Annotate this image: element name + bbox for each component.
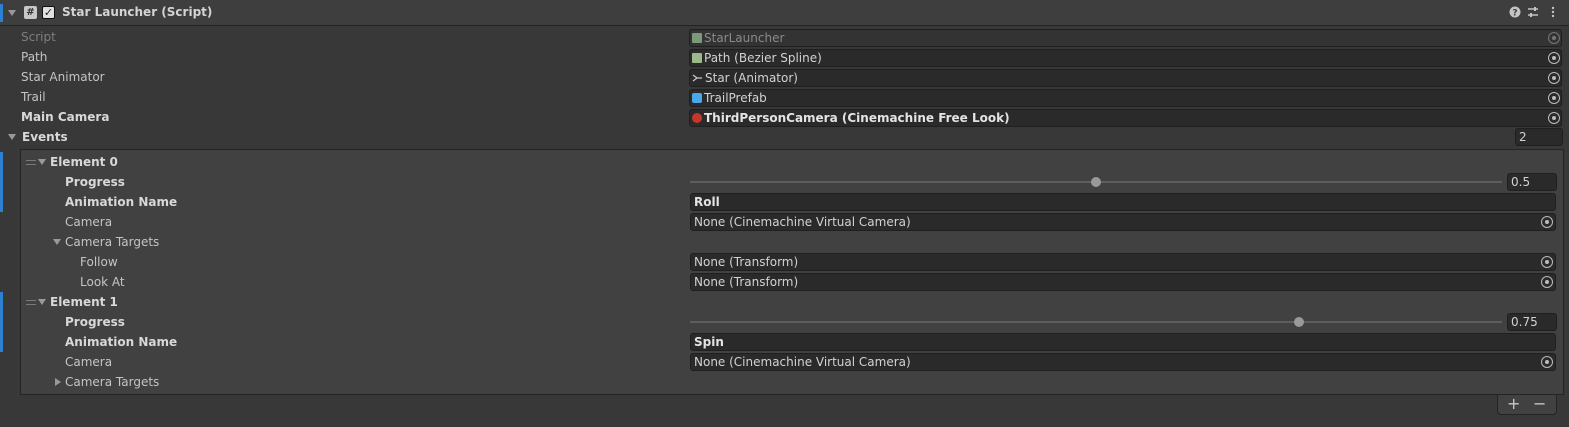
element-foldout-icon[interactable] — [38, 299, 46, 305]
events-size-field[interactable]: 2 — [1515, 128, 1563, 146]
prefab-icon — [692, 93, 702, 103]
modified-marker — [0, 152, 3, 172]
path-field[interactable]: Path (Bezier Spline) — [689, 49, 1562, 67]
script-icon: # — [24, 6, 37, 19]
element-foldout-icon[interactable] — [38, 159, 46, 165]
object-picker-icon[interactable] — [1548, 72, 1560, 84]
script-label: Script — [21, 30, 56, 44]
foldout-arrow-icon[interactable] — [8, 10, 16, 16]
preset-icon[interactable] — [1526, 6, 1539, 19]
camera-label: Camera — [65, 355, 113, 369]
camera-label: Camera — [65, 215, 113, 229]
star-animator-field[interactable]: Star (Animator) — [689, 69, 1562, 87]
script-value: StarLauncher — [704, 31, 785, 45]
progress-slider-thumb[interactable] — [1091, 177, 1101, 187]
object-picker-icon[interactable] — [1541, 216, 1553, 228]
animation-name-input[interactable]: Roll — [690, 193, 1556, 211]
look-at-field[interactable]: None (Transform) — [690, 273, 1556, 291]
modified-marker — [0, 292, 3, 312]
modified-marker — [0, 312, 3, 332]
remove-element-button[interactable]: − — [1533, 395, 1546, 413]
trail-field[interactable]: TrailPrefab — [689, 89, 1562, 107]
events-label: Events — [22, 130, 68, 144]
progress-field[interactable]: 0.75 — [1507, 313, 1557, 331]
animation-name-label: Animation Name — [65, 195, 178, 209]
star-animator-label: Star Animator — [21, 70, 105, 84]
progress-label: Progress — [65, 175, 125, 189]
camera-targets-foldout-icon[interactable] — [55, 378, 61, 386]
script-asset-icon — [692, 33, 702, 43]
drag-handle-icon[interactable] — [26, 160, 36, 165]
more-icon[interactable] — [1546, 6, 1559, 19]
camera-targets-foldout-icon[interactable] — [53, 239, 61, 245]
trail-label: Trail — [21, 90, 46, 104]
drag-handle-icon[interactable] — [26, 300, 36, 305]
follow-field[interactable]: None (Transform) — [690, 253, 1556, 271]
svg-text:?: ? — [1512, 9, 1517, 19]
animator-icon — [692, 71, 703, 82]
element-1-label[interactable]: Element 1 — [50, 292, 118, 312]
look-at-label: Look At — [80, 275, 125, 289]
progress-slider-thumb[interactable] — [1294, 317, 1304, 327]
path-value: Path (Bezier Spline) — [704, 51, 822, 65]
list-footer: + − — [1497, 395, 1557, 415]
add-element-button[interactable]: + — [1507, 395, 1520, 413]
camera-targets-label[interactable]: Camera Targets — [65, 232, 159, 252]
events-foldout-icon[interactable] — [8, 134, 16, 140]
component-header[interactable]: # ✓ Star Launcher (Script) ? — [0, 0, 1569, 26]
modified-marker — [0, 172, 3, 192]
script-asset-icon — [692, 53, 702, 63]
progress-slider-track[interactable] — [690, 321, 1502, 323]
path-label: Path — [21, 50, 48, 64]
script-field: StarLauncher — [689, 29, 1562, 47]
follow-label: Follow — [80, 255, 118, 269]
object-picker-icon[interactable] — [1548, 112, 1560, 124]
main-camera-value: ThirdPersonCamera (Cinemachine Free Look… — [704, 111, 1010, 125]
component-title: Star Launcher (Script) — [62, 5, 213, 19]
trail-value: TrailPrefab — [704, 91, 767, 105]
camera-field[interactable]: None (Cinemachine Virtual Camera) — [690, 213, 1556, 231]
object-picker-icon[interactable] — [1548, 52, 1560, 64]
star-animator-value: Star (Animator) — [705, 71, 798, 85]
modified-marker — [0, 192, 3, 212]
main-camera-field[interactable]: ThirdPersonCamera (Cinemachine Free Look… — [689, 109, 1562, 127]
element-0-label[interactable]: Element 0 — [50, 152, 118, 172]
object-picker-icon[interactable] — [1541, 256, 1553, 268]
object-picker-icon — [1548, 32, 1560, 44]
animation-name-input[interactable]: Spin — [690, 333, 1556, 351]
object-picker-icon[interactable] — [1541, 356, 1553, 368]
object-picker-icon[interactable] — [1548, 92, 1560, 104]
selection-marker — [0, 4, 3, 22]
enabled-checkbox[interactable]: ✓ — [42, 6, 55, 19]
object-picker-icon[interactable] — [1541, 276, 1553, 288]
cinemachine-icon — [692, 113, 702, 123]
animation-name-label: Animation Name — [65, 335, 178, 349]
help-icon[interactable]: ? — [1508, 6, 1521, 19]
progress-field[interactable]: 0.5 — [1507, 173, 1557, 191]
progress-label: Progress — [65, 315, 125, 329]
modified-marker — [0, 332, 3, 352]
main-camera-label: Main Camera — [21, 110, 110, 124]
camera-targets-label[interactable]: Camera Targets — [65, 372, 159, 392]
camera-field[interactable]: None (Cinemachine Virtual Camera) — [690, 353, 1556, 371]
